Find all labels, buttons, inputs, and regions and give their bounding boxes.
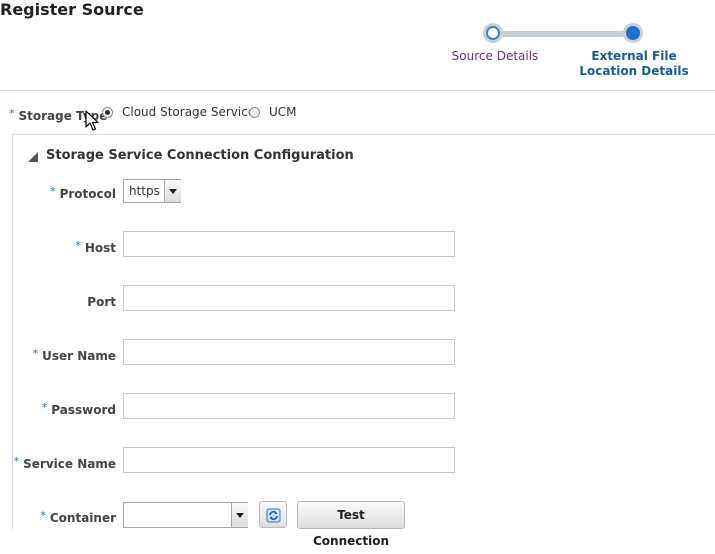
password-label: Password — [51, 403, 116, 417]
container-select[interactable] — [123, 502, 248, 528]
required-star: * — [13, 455, 20, 468]
chevron-down-icon — [236, 513, 244, 518]
page-title: Register Source — [0, 0, 144, 19]
protocol-label-wrap: * Protocol — [0, 183, 116, 202]
protocol-dropdown-button[interactable] — [164, 180, 181, 202]
radio-cloud-storage-service[interactable] — [102, 107, 113, 118]
radio-label-cloud-storage-service[interactable]: Cloud Storage Service — [122, 105, 255, 119]
port-label-wrap: Port — [0, 291, 116, 310]
container-label: Container — [49, 511, 116, 525]
required-star: * — [40, 509, 46, 522]
refresh-icon — [266, 508, 281, 523]
refresh-containers-button[interactable] — [259, 501, 287, 528]
train-step-label-external-file-location[interactable]: External File Location Details — [566, 49, 702, 79]
mouse-cursor-icon — [85, 110, 99, 131]
host-label: Host — [84, 241, 116, 255]
service-name-input[interactable] — [123, 447, 455, 473]
required-star: * — [41, 401, 48, 414]
password-label-wrap: * Password — [0, 399, 116, 418]
service-name-label-wrap: * Service Name — [0, 453, 116, 472]
user-name-label-wrap: * User Name — [0, 345, 116, 364]
chevron-down-icon — [169, 189, 177, 194]
port-input[interactable] — [123, 285, 455, 311]
service-name-label: Service Name — [23, 457, 116, 471]
radio-label-ucm[interactable]: UCM — [269, 105, 297, 119]
header-divider — [0, 90, 715, 91]
password-input[interactable] — [123, 393, 455, 419]
container-label-wrap: * Container — [0, 507, 116, 526]
train-progress-bar — [494, 31, 634, 37]
host-input[interactable] — [123, 231, 455, 257]
container-dropdown-button[interactable] — [231, 503, 248, 527]
radio-ucm[interactable] — [249, 107, 260, 118]
protocol-select[interactable]: https — [123, 179, 181, 203]
section-title[interactable]: Storage Service Connection Configuration — [46, 148, 354, 163]
required-star: * — [75, 239, 81, 252]
train-stop-source-details[interactable] — [486, 26, 500, 40]
host-label-wrap: * Host — [0, 237, 116, 256]
user-name-input[interactable] — [123, 339, 455, 365]
test-connection-button[interactable]: Test Connection — [297, 501, 405, 548]
required-star: * — [50, 185, 56, 198]
port-label: Port — [87, 295, 116, 309]
train-stop-external-file-location[interactable] — [626, 26, 640, 40]
protocol-select-value: https — [129, 184, 160, 198]
required-star: * — [9, 107, 15, 120]
user-name-label: User Name — [42, 349, 116, 363]
required-star: * — [32, 347, 39, 360]
protocol-label: Protocol — [59, 187, 116, 201]
train-step-label-source-details[interactable]: Source Details — [440, 49, 550, 64]
collapse-triangle-icon[interactable] — [28, 152, 38, 162]
